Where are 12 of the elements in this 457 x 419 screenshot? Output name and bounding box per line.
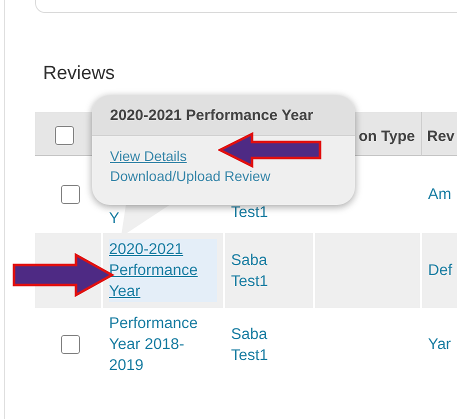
section-title: Reviews (43, 62, 116, 86)
table-cell: Def (422, 233, 457, 308)
review-link[interactable]: 2020-2021 Performance Year (109, 239, 217, 302)
checkbox[interactable] (55, 126, 74, 145)
popup-title: 2020-2021 Performance Year (110, 106, 314, 124)
review-link[interactable]: Performance Year 2018-2019 (109, 313, 217, 376)
column-header: Rev (422, 112, 457, 156)
checkbox[interactable] (61, 335, 80, 354)
review-link[interactable]: Y (109, 208, 120, 229)
checkbox[interactable] (61, 185, 80, 204)
popup-link[interactable]: View Details (110, 146, 187, 166)
reviewer-name: Saba Test1 (225, 233, 315, 308)
